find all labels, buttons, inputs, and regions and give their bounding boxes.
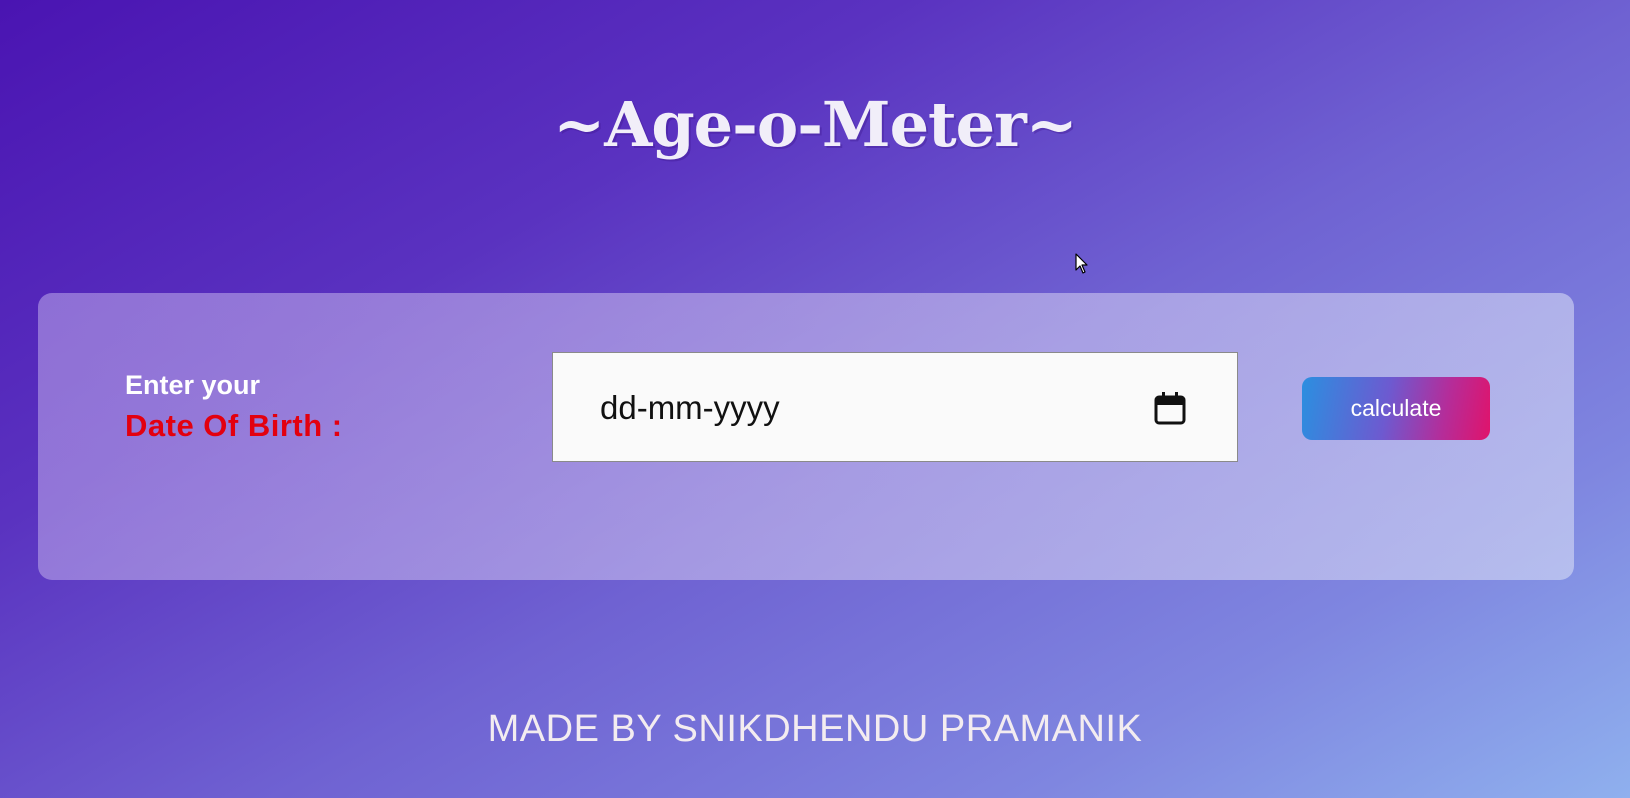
dob-label-line1: Enter your [125,370,261,400]
date-of-birth-input[interactable]: dd-mm-yyyy [552,352,1238,462]
mouse-pointer-icon [1075,253,1088,274]
page-title: ~Age-o-Meter~ [553,88,1077,161]
date-input-placeholder: dd-mm-yyyy [600,389,780,426]
calculate-button[interactable]: calculate [1302,377,1490,440]
dob-label-line2: Date Of Birth : [125,408,343,443]
calendar-icon[interactable] [1153,390,1187,426]
footer-credit: MADE BY SNIKDHENDU PRAMANIK [487,708,1143,750]
